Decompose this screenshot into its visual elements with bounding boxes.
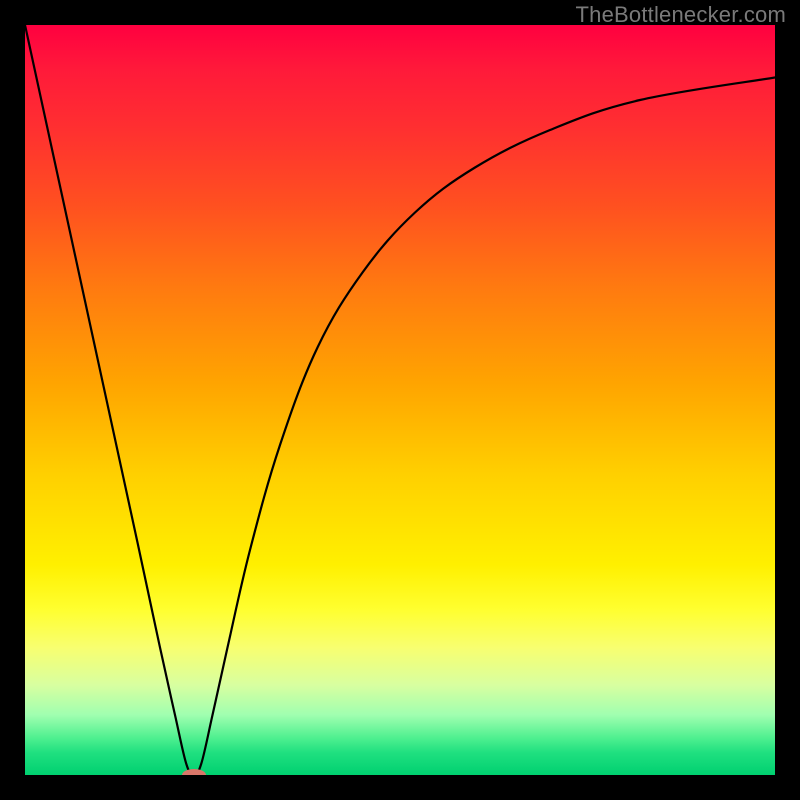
watermark-text: TheBottlenecker.com — [576, 2, 786, 28]
curve-svg — [25, 25, 775, 775]
chart-frame: TheBottlenecker.com — [0, 0, 800, 800]
bottleneck-curve — [25, 25, 775, 775]
plot-area — [25, 25, 775, 775]
optimum-marker — [182, 769, 206, 775]
